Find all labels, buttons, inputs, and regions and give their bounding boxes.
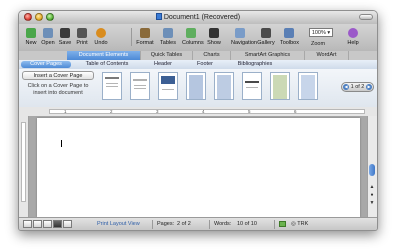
ruler-number: 5 bbox=[248, 109, 251, 114]
format-button[interactable]: Format bbox=[136, 26, 154, 46]
tab-smartart-graphics[interactable]: SmartArt Graphics bbox=[231, 51, 305, 60]
words-label: Words: bbox=[214, 221, 232, 227]
window-title: Document1 (Recovered) bbox=[19, 13, 377, 21]
ruler-number: 1 bbox=[64, 109, 67, 114]
help-button[interactable]: Help bbox=[344, 26, 362, 46]
tables-button[interactable]: Tables bbox=[159, 26, 177, 46]
tab-charts[interactable]: Charts bbox=[193, 51, 231, 60]
print-button[interactable]: Print bbox=[73, 26, 91, 46]
zoom-select[interactable]: 100% ▾ bbox=[309, 28, 333, 37]
status-bar: Print Layout View Pages: 2 of 2 Words: 1… bbox=[19, 217, 377, 230]
gallery-icon bbox=[261, 28, 271, 38]
open-folder-icon bbox=[43, 28, 53, 38]
ruler-number: 6 bbox=[294, 109, 297, 114]
subtab-table-of-contents[interactable]: Table of Contents bbox=[75, 61, 139, 68]
publishing-view-icon[interactable] bbox=[43, 220, 52, 228]
ruler-number: 4 bbox=[202, 109, 205, 114]
navigation-pane-icon bbox=[235, 28, 245, 38]
subtab-cover-pages[interactable]: Cover Pages bbox=[21, 61, 71, 68]
new-document-icon bbox=[26, 28, 36, 38]
title-bar: Document1 (Recovered) bbox=[19, 11, 377, 25]
printer-icon bbox=[77, 28, 87, 38]
table-grid-icon bbox=[163, 28, 173, 38]
save-disk-icon bbox=[60, 28, 70, 38]
scroll-down-icon[interactable]: ▼ bbox=[369, 200, 375, 206]
notebook-view-icon[interactable] bbox=[63, 220, 72, 228]
show-button[interactable]: Show bbox=[205, 26, 223, 46]
scrollbar-thumb[interactable] bbox=[369, 164, 375, 176]
open-button[interactable]: Open bbox=[39, 26, 57, 46]
ruler-number: 3 bbox=[156, 109, 159, 114]
tab-quick-tables[interactable]: Quick Tables bbox=[141, 51, 193, 60]
gallery-pager: ◀ 1 of 2 ▶ bbox=[341, 82, 374, 92]
ruler-number: 2 bbox=[110, 109, 113, 114]
document-area: ▲ ● ▼ bbox=[19, 116, 377, 217]
tab-document-elements[interactable]: Document Elements bbox=[67, 51, 141, 60]
status-separator bbox=[152, 220, 153, 229]
cover-page-thumbnail[interactable] bbox=[130, 72, 150, 100]
status-separator bbox=[274, 220, 275, 229]
subtab-header[interactable]: Header bbox=[143, 61, 183, 68]
outline-view-icon[interactable] bbox=[33, 220, 42, 228]
print-layout-view-icon[interactable] bbox=[53, 220, 62, 228]
draft-view-icon[interactable] bbox=[23, 220, 32, 228]
standard-toolbar: New Open Save Print Undo Format Tables C… bbox=[19, 24, 377, 52]
subtab-bibliographies[interactable]: Bibliographies bbox=[225, 61, 285, 68]
toolbar-toggle-button[interactable] bbox=[359, 14, 373, 20]
cover-page-thumbnail[interactable] bbox=[270, 72, 290, 100]
previous-page-arrow-icon[interactable]: ◀ bbox=[343, 84, 349, 90]
pages-label: Pages: bbox=[157, 221, 175, 227]
tab-wordart[interactable]: WordArt bbox=[305, 51, 349, 60]
scroll-up-icon[interactable]: ▲ bbox=[369, 184, 375, 190]
cover-page-thumbnail[interactable] bbox=[186, 72, 206, 100]
undo-icon bbox=[96, 28, 106, 38]
status-separator bbox=[209, 220, 210, 229]
undo-button[interactable]: Undo bbox=[92, 26, 110, 46]
gallery-button[interactable]: Gallery bbox=[257, 26, 275, 46]
cover-page-thumbnail[interactable] bbox=[158, 72, 178, 100]
words-count[interactable]: 10 of 10 bbox=[237, 221, 257, 227]
help-icon bbox=[348, 28, 358, 38]
toolbox-button[interactable]: Toolbox bbox=[280, 26, 299, 46]
cover-page-gallery: Insert a Cover Page Click on a Cover Pag… bbox=[19, 69, 377, 108]
view-mode-label: Print Layout View bbox=[97, 221, 140, 227]
gallery-page-indicator: 1 of 2 bbox=[350, 84, 365, 90]
pilcrow-icon bbox=[209, 28, 219, 38]
document-icon bbox=[155, 13, 162, 20]
vertical-ruler[interactable] bbox=[19, 116, 29, 217]
vertical-ruler-scale bbox=[21, 122, 26, 202]
toolbox-icon bbox=[284, 28, 294, 38]
save-button[interactable]: Save bbox=[56, 26, 74, 46]
text-cursor bbox=[61, 140, 62, 147]
spelling-check-icon[interactable] bbox=[279, 221, 286, 228]
cover-page-thumbnail[interactable] bbox=[298, 72, 318, 100]
columns-button[interactable]: Columns bbox=[182, 26, 204, 46]
cover-page-hint: Click on a Cover Page to insert into doc… bbox=[27, 83, 89, 96]
document-page[interactable] bbox=[37, 118, 360, 217]
track-changes-indicator[interactable]: ◎ TRK bbox=[291, 221, 308, 227]
vertical-scrollbar[interactable]: ▲ ● ▼ bbox=[367, 116, 377, 217]
columns-icon bbox=[186, 28, 196, 38]
new-button[interactable]: New bbox=[22, 26, 40, 46]
toolbar-separator bbox=[131, 28, 132, 46]
word-window: Document1 (Recovered) New Open Save Prin… bbox=[18, 10, 378, 231]
browse-object-icon[interactable]: ● bbox=[369, 192, 375, 198]
cover-page-thumbnail[interactable] bbox=[102, 72, 122, 100]
zoom-label: Zoom bbox=[311, 41, 326, 47]
insert-cover-page-button[interactable]: Insert a Cover Page bbox=[22, 71, 94, 80]
ruler-scale: 1 2 3 4 5 6 bbox=[49, 109, 365, 114]
next-page-arrow-icon[interactable]: ▶ bbox=[366, 84, 372, 90]
format-brush-icon bbox=[140, 28, 150, 38]
cover-page-thumbnail[interactable] bbox=[242, 72, 262, 100]
pages-count: 2 of 2 bbox=[177, 221, 191, 227]
navigation-button[interactable]: Navigation bbox=[231, 26, 257, 46]
cover-page-thumbnail[interactable] bbox=[214, 72, 234, 100]
subtab-footer[interactable]: Footer bbox=[185, 61, 225, 68]
